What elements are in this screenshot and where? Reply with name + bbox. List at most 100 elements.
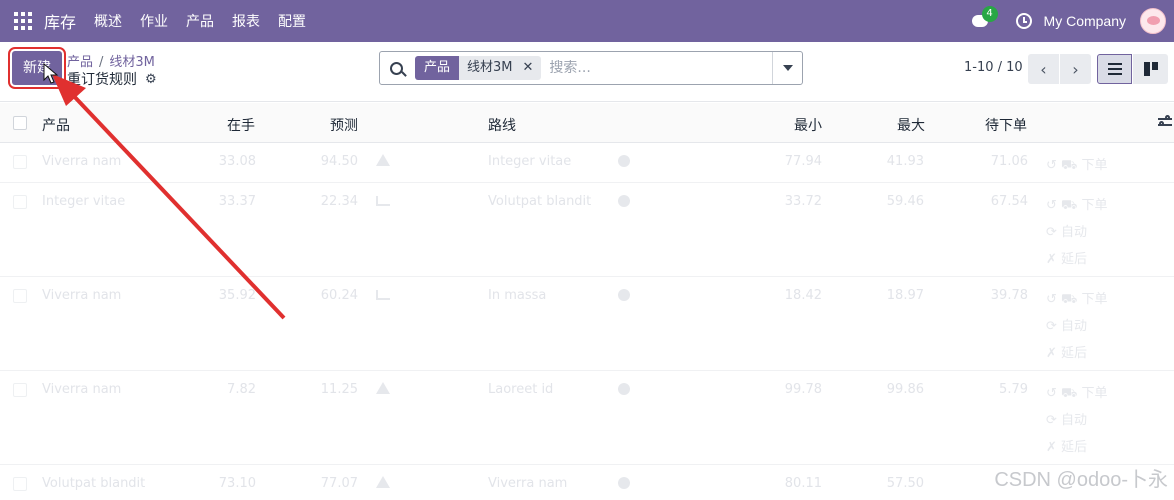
- search-options-toggle[interactable]: [772, 52, 802, 84]
- cell-route: Integer vitae: [488, 154, 572, 169]
- cell-product: Viverra nam: [42, 154, 122, 169]
- breadcrumb-parent[interactable]: 产品: [67, 55, 93, 70]
- column-settings-icon[interactable]: [1158, 115, 1172, 128]
- page-title: 重订货规则: [67, 72, 137, 88]
- action-label: 延后: [1061, 346, 1088, 361]
- list-view-button[interactable]: [1097, 54, 1132, 84]
- warning-icon[interactable]: [376, 154, 390, 166]
- header-product[interactable]: 产品: [42, 115, 70, 135]
- cell-on-hand: 35.92: [218, 288, 256, 303]
- reset-icon: ↺ ⛟: [1046, 198, 1082, 213]
- close-icon[interactable]: ✕: [520, 56, 542, 80]
- cell-on-hand: 7.82: [227, 382, 256, 397]
- order-once-button[interactable]: ↺ ⛟ 下单: [1046, 382, 1108, 403]
- action-label: 自动: [1061, 413, 1088, 428]
- cell-route: Viverra nam: [488, 476, 568, 491]
- action-label: 下单: [1081, 292, 1108, 307]
- kanban-view-button[interactable]: [1133, 54, 1168, 84]
- cell-max: 18.97: [886, 288, 924, 303]
- warning-icon[interactable]: [376, 382, 390, 394]
- header-min[interactable]: 最小: [794, 115, 822, 135]
- company-switcher[interactable]: My Company: [1044, 13, 1126, 29]
- cell-max: 41.93: [886, 154, 924, 169]
- table-row[interactable]: Viverra nam 35.92 60.24 In massa 18.42 18.97 3…: [0, 277, 1174, 371]
- facet-value: 线材3M: [459, 56, 521, 80]
- snooze-button[interactable]: ✗ 延后: [1046, 436, 1087, 455]
- header-max[interactable]: 最大: [897, 115, 925, 135]
- table-row[interactable]: Viverra nam 7.82 11.25 Laoreet id 99.78 99.86…: [0, 371, 1174, 465]
- row-checkbox[interactable]: [13, 155, 27, 169]
- automate-button[interactable]: ⟳ 自动: [1046, 315, 1087, 334]
- apps-grid-icon[interactable]: [14, 12, 32, 30]
- chevron-left-icon: ‹: [1040, 59, 1047, 79]
- cell-min: 18.42: [784, 288, 822, 303]
- header-route[interactable]: 路线: [488, 115, 516, 135]
- pager-value[interactable]: 1-10 / 10: [964, 60, 1023, 75]
- row-checkbox[interactable]: [13, 383, 27, 397]
- menu-operations[interactable]: 作业: [140, 11, 168, 31]
- order-once-button[interactable]: ↺ ⛟ 下单: [1046, 288, 1108, 309]
- table-row[interactable]: Integer vitae 33.37 22.34 Volutpat blandit 3…: [0, 183, 1174, 277]
- menu-reporting[interactable]: 报表: [232, 11, 260, 31]
- snooze-icon: ✗: [1046, 346, 1062, 361]
- refresh-icon: ⟳: [1046, 319, 1062, 334]
- order-once-button[interactable]: ↺ ⛟ 下单: [1046, 154, 1108, 175]
- caret-down-icon: [782, 65, 793, 71]
- breadcrumb-current[interactable]: 线材3M: [109, 55, 155, 70]
- cell-max: 99.86: [886, 382, 924, 397]
- app-name[interactable]: 库存: [44, 9, 76, 33]
- order-once-button[interactable]: ↺ ⛟ 下单: [1046, 194, 1108, 215]
- cell-to-order: 67.54: [990, 194, 1028, 209]
- table-row[interactable]: Viverra nam 33.08 94.50 Integer vitae 77.94 4…: [0, 143, 1174, 183]
- cell-min: 77.94: [784, 154, 822, 169]
- activity-clock-icon[interactable]: [1015, 13, 1032, 29]
- cell-forecast: 77.07: [320, 476, 358, 491]
- chat-icon[interactable]: 4: [970, 6, 998, 30]
- snooze-icon: ✗: [1046, 440, 1062, 455]
- info-icon[interactable]: [618, 289, 630, 301]
- header-forecast[interactable]: 预测: [330, 115, 358, 135]
- row-checkbox[interactable]: [13, 289, 27, 303]
- kanban-icon: [1143, 62, 1158, 76]
- automate-button[interactable]: ⟳ 自动: [1046, 221, 1087, 240]
- cell-product: Viverra nam: [42, 288, 122, 303]
- header-to-order[interactable]: 待下单: [985, 115, 1027, 135]
- info-icon[interactable]: [618, 195, 630, 207]
- cell-min: 99.78: [784, 382, 822, 397]
- gear-icon[interactable]: ⚙: [145, 72, 157, 87]
- warning-icon[interactable]: [376, 476, 390, 488]
- cell-to-order: 39.78: [990, 288, 1028, 303]
- snooze-button[interactable]: ✗ 延后: [1046, 248, 1087, 267]
- info-icon[interactable]: [618, 477, 630, 489]
- snooze-button[interactable]: ✗ 延后: [1046, 342, 1087, 361]
- search-input[interactable]: [549, 60, 770, 76]
- automate-button[interactable]: ⟳ 自动: [1046, 409, 1087, 428]
- cell-product: Volutpat blandit: [42, 476, 146, 491]
- pager-next-button[interactable]: ›: [1060, 54, 1091, 84]
- chat-badge: 4: [981, 6, 998, 22]
- search-facet: 产品 线材3M ✕: [415, 56, 542, 80]
- reset-icon: ↺ ⛟: [1046, 386, 1082, 401]
- cell-on-hand: 73.10: [218, 476, 256, 491]
- header-on-hand[interactable]: 在手: [227, 115, 255, 135]
- chart-icon[interactable]: [376, 290, 390, 300]
- watermark: CSDN @odoo-卜永: [994, 469, 1168, 491]
- pager-previous-button[interactable]: ‹: [1028, 54, 1059, 84]
- facet-label: 产品: [415, 56, 460, 80]
- row-checkbox[interactable]: [13, 477, 27, 491]
- user-avatar[interactable]: [1140, 8, 1166, 34]
- chevron-right-icon: ›: [1072, 59, 1079, 79]
- menu-overview[interactable]: 概述: [94, 11, 122, 31]
- cell-to-order: 5.79: [999, 382, 1028, 397]
- select-all-checkbox[interactable]: [13, 116, 27, 130]
- cell-min: 80.11: [784, 476, 822, 491]
- chart-icon[interactable]: [376, 196, 390, 206]
- menu-configuration[interactable]: 配置: [278, 11, 306, 31]
- info-icon[interactable]: [618, 155, 630, 167]
- search-icon[interactable]: [390, 61, 403, 75]
- info-icon[interactable]: [618, 383, 630, 395]
- table-header: 产品 在手 预测 路线 最小 最大 待下单: [0, 103, 1174, 143]
- new-button[interactable]: 新建: [8, 47, 66, 89]
- row-checkbox[interactable]: [13, 195, 27, 209]
- menu-products[interactable]: 产品: [186, 11, 214, 31]
